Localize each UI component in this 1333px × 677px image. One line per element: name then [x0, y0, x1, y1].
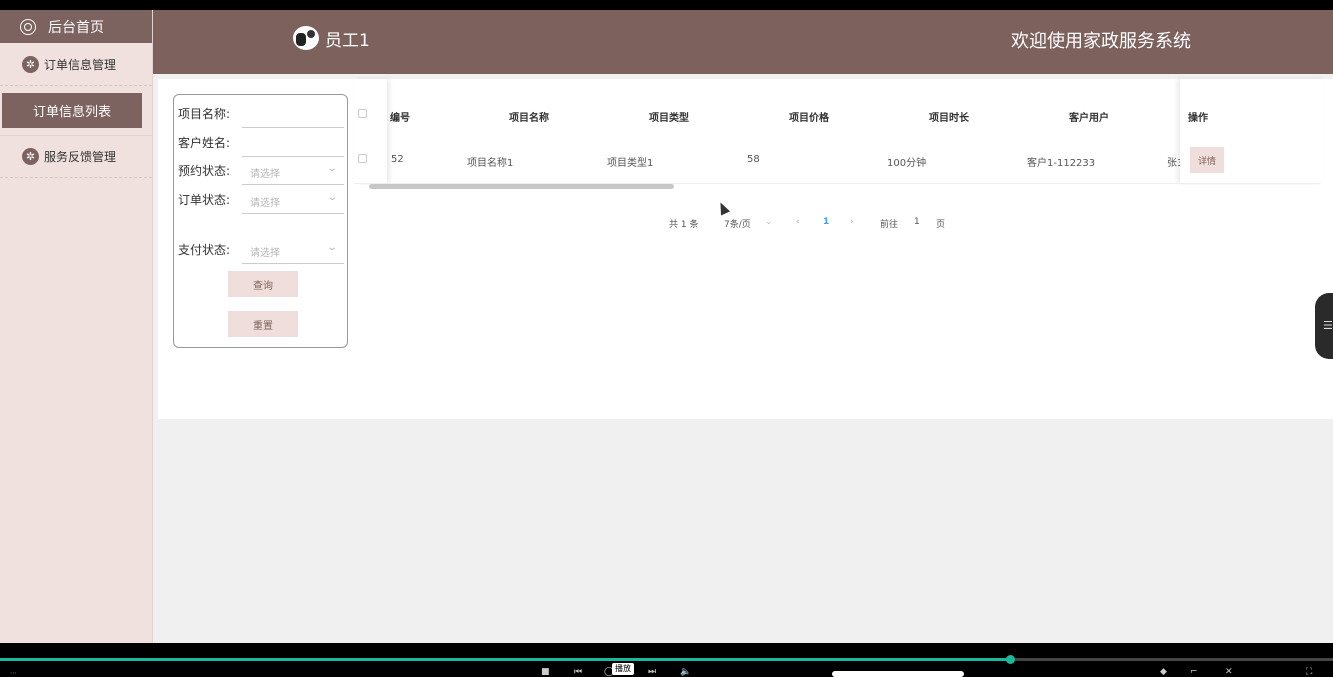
- goto-label: 前往: [880, 220, 899, 230]
- floating-toolbar-tab[interactable]: ☰: [1315, 293, 1333, 359]
- payment-status-label: 支付状态:: [178, 243, 231, 257]
- close-icon[interactable]: ✕: [1225, 667, 1233, 677]
- column-header-project-duration: 项目时长: [929, 113, 969, 124]
- column-header-project-name: 项目名称: [509, 113, 549, 124]
- goto-page-input[interactable]: 1: [914, 217, 920, 227]
- orders-table: 编号 项目名称 项目类型 项目价格 项目时长 客户用户 52 项目名称1 项目类…: [354, 79, 1324, 194]
- chevron-down-icon: ⌄: [326, 163, 339, 174]
- next-icon[interactable]: ⏭: [648, 667, 656, 677]
- video-progress-fill: [0, 658, 1011, 661]
- horizontal-scrollbar[interactable]: [369, 184, 674, 189]
- page-unit-label: 页: [936, 220, 946, 230]
- order-status-label: 订单状态:: [178, 193, 231, 207]
- chevron-down-icon: ⌄: [326, 242, 339, 253]
- booking-status-select[interactable]: 请选择: [250, 165, 280, 180]
- play-tooltip: 播放: [612, 663, 634, 675]
- volume-icon[interactable]: 🔈: [680, 667, 691, 677]
- menu-lines-icon: ☰: [1323, 319, 1333, 332]
- diamond-icon[interactable]: ◆: [1160, 667, 1167, 677]
- column-header-id: 编号: [390, 113, 410, 124]
- booking-status-label: 预约状态:: [178, 164, 231, 178]
- reset-button[interactable]: 重置: [228, 311, 298, 337]
- cell-id: 52: [391, 154, 404, 165]
- payment-status-underline: [242, 263, 344, 264]
- column-header-project-price: 项目价格: [789, 113, 829, 124]
- booking-status-underline: [242, 184, 344, 185]
- column-header-project-type: 项目类型: [649, 113, 689, 124]
- crop-icon[interactable]: ⌐: [1190, 667, 1198, 677]
- cell-customer: 客户1-112233: [1027, 158, 1096, 169]
- stop-icon[interactable]: ■: [541, 667, 550, 677]
- column-header-customer: 客户用户: [1069, 113, 1109, 124]
- order-status-underline: [242, 213, 344, 214]
- video-input-box[interactable]: [832, 671, 964, 677]
- payment-status-select[interactable]: 请选择: [250, 244, 280, 259]
- cell-project-type: 项目类型1: [607, 158, 654, 169]
- user-name[interactable]: 员工1: [325, 26, 370, 51]
- sidebar-home-label: 后台首页: [48, 19, 104, 36]
- video-time-readout: ⋯: [10, 669, 17, 677]
- page-size-select[interactable]: 7条/页: [724, 217, 751, 230]
- project-name-label: 项目名称:: [178, 107, 231, 121]
- window-top-strip: [0, 0, 1333, 10]
- grid-icon: ✲: [22, 55, 39, 73]
- customer-name-input[interactable]: [242, 156, 344, 157]
- page-1-button[interactable]: 1: [823, 217, 829, 227]
- header-bar: 员工1 欢迎使用家政服务系统: [153, 10, 1333, 74]
- search-panel: 项目名称: 客户姓名: 预约状态: 请选择 ⌄ 订单状态: 请选择 ⌄ 支付状态…: [173, 94, 348, 348]
- user-avatar[interactable]: [293, 26, 319, 50]
- pagination-total: 共 1 条: [669, 220, 699, 230]
- sidebar-item-label: 服务反馈管理: [44, 150, 117, 164]
- next-page-button[interactable]: ›: [850, 217, 854, 227]
- home-circle-icon: [20, 18, 36, 35]
- sidebar-subitem-order-list[interactable]: 订单信息列表: [2, 93, 142, 128]
- select-all-checkbox[interactable]: [358, 109, 367, 118]
- sidebar-item-label: 订单信息管理: [44, 57, 117, 72]
- sidebar-item-order-management[interactable]: ✲ 订单信息管理: [0, 43, 152, 86]
- project-name-input[interactable]: [242, 127, 344, 128]
- page-size-chevron-icon: ⌄: [765, 217, 773, 227]
- grid-icon: ✲: [22, 148, 39, 165]
- video-progress-knob[interactable]: [1006, 655, 1016, 664]
- sidebar-item-feedback-management[interactable]: ✲ 服务反馈管理: [0, 135, 152, 178]
- detail-button[interactable]: 详情: [1190, 147, 1224, 173]
- selection-column: [354, 79, 387, 183]
- column-header-action: 操作: [1188, 113, 1208, 124]
- chevron-down-icon: ⌄: [326, 192, 339, 203]
- cell-project-price: 58: [747, 154, 760, 165]
- video-player-bar: ⋯ ■ ⏮ ◯ 播放 ⏭ 🔈 ◆ ⌐ ✕ ⛶: [0, 643, 1333, 677]
- cell-project-name: 项目名称1: [467, 158, 514, 169]
- customer-name-label: 客户姓名:: [178, 136, 231, 150]
- app-window: 后台首页 ✲ 订单信息管理 订单信息列表 ✲ 服务反馈管理 员工1 欢迎使用家政…: [0, 10, 1333, 643]
- cell-project-duration: 100分钟: [887, 158, 927, 169]
- previous-icon[interactable]: ⏮: [574, 667, 582, 677]
- query-button[interactable]: 查询: [228, 271, 298, 297]
- prev-page-button[interactable]: ‹: [796, 217, 800, 227]
- row-checkbox[interactable]: [358, 154, 367, 163]
- main-content: 项目名称: 客户姓名: 预约状态: 请选择 ⌄ 订单状态: 请选择 ⌄ 支付状态…: [158, 79, 1333, 419]
- sidebar-home[interactable]: 后台首页: [0, 10, 152, 43]
- fullscreen-icon[interactable]: ⛶: [1306, 667, 1312, 677]
- welcome-title: 欢迎使用家政服务系统: [1011, 31, 1191, 52]
- order-status-select[interactable]: 请选择: [250, 194, 280, 209]
- sidebar: 后台首页 ✲ 订单信息管理 订单信息列表 ✲ 服务反馈管理: [0, 10, 153, 643]
